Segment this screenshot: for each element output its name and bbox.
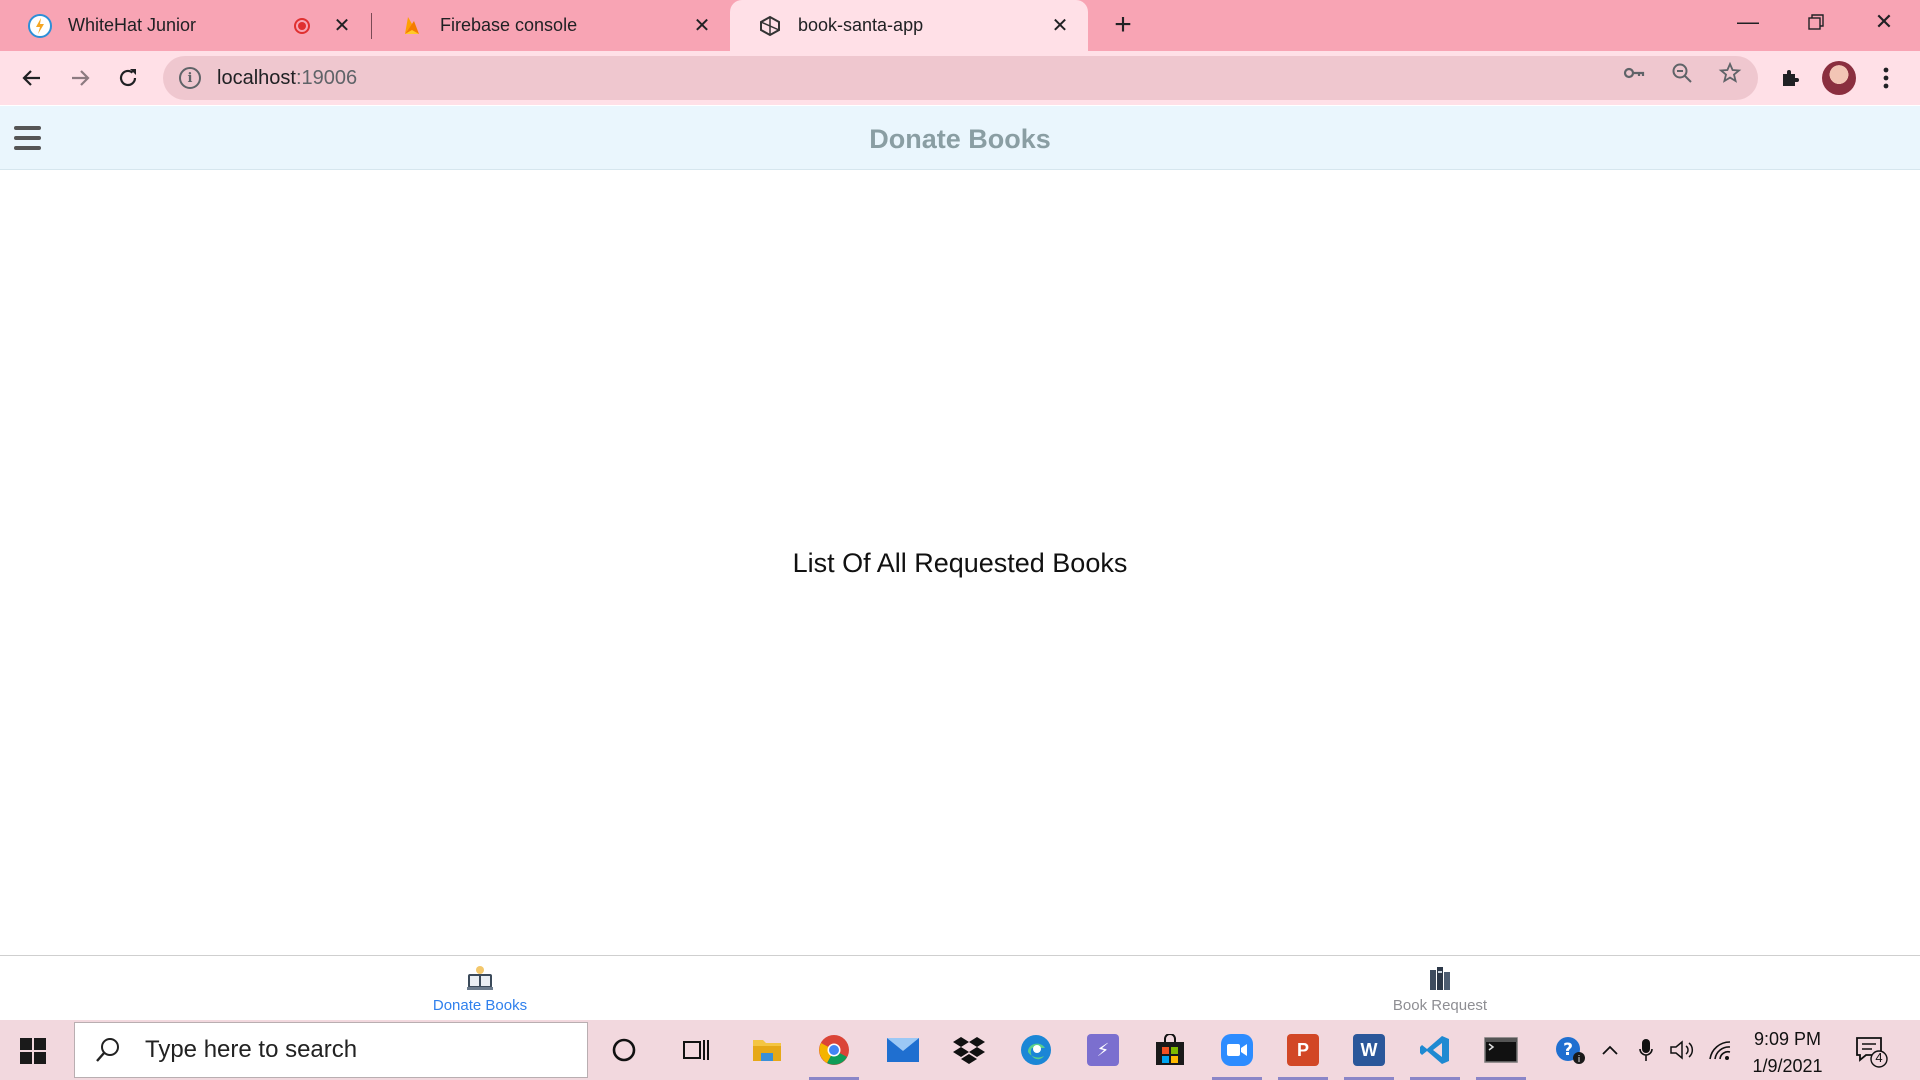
url-text: localhost:19006	[217, 66, 358, 89]
firebase-icon	[400, 14, 424, 38]
restore-icon[interactable]	[1782, 0, 1850, 44]
help-icon[interactable]: ? i	[1550, 1020, 1590, 1080]
search-icon	[93, 1035, 123, 1065]
bottom-tab-bar: Donate Books Book Request	[0, 955, 1920, 1020]
zoom-out-icon[interactable]	[1668, 59, 1696, 87]
store-icon[interactable]	[1141, 1020, 1199, 1080]
reload-icon[interactable]	[109, 59, 147, 97]
minimize-icon[interactable]: —	[1714, 0, 1782, 44]
key-icon[interactable]	[1620, 59, 1648, 87]
site-info-icon[interactable]: i	[179, 67, 201, 89]
windows-start-icon[interactable]	[20, 1038, 46, 1064]
vscode-icon[interactable]	[1406, 1020, 1464, 1080]
edge-icon[interactable]	[1007, 1020, 1065, 1080]
volume-icon[interactable]	[1666, 1020, 1698, 1080]
taskbar-clock[interactable]: 9:09 PM 1/9/2021	[1735, 1026, 1840, 1080]
tab-title: WhiteHat Junior	[68, 15, 197, 35]
taskbar-search-box[interactable]: Type here to search	[74, 1022, 588, 1078]
svg-text:i: i	[1578, 1055, 1581, 1065]
profile-avatar[interactable]	[1822, 61, 1856, 95]
tab-donate-books[interactable]: Donate Books	[380, 956, 580, 1021]
search-placeholder: Type here to search	[145, 1036, 358, 1063]
tab-title: book-santa-app	[798, 15, 924, 35]
zoom-icon[interactable]	[1208, 1020, 1266, 1080]
chrome-icon[interactable]	[805, 1020, 863, 1080]
page-title: Donate Books	[869, 124, 1051, 154]
close-window-icon[interactable]: ✕	[1850, 0, 1918, 44]
back-icon[interactable]	[13, 59, 51, 97]
notification-count: 4	[1875, 1050, 1883, 1065]
whitehat-icon	[28, 13, 52, 38]
tab-title: Firebase console	[440, 15, 578, 35]
svg-text:?: ?	[1563, 1040, 1573, 1060]
browser-tab-book-santa[interactable]: book-santa-app ✕	[730, 0, 1088, 51]
shortcut-app-icon[interactable]: ⚡	[1074, 1020, 1132, 1080]
microphone-icon[interactable]	[1632, 1020, 1660, 1080]
file-explorer-icon[interactable]	[738, 1020, 796, 1080]
bookmark-star-icon[interactable]	[1716, 59, 1744, 87]
clock-date: 1/9/2021	[1752, 1056, 1823, 1076]
forward-icon[interactable]	[61, 59, 99, 97]
close-tab-icon[interactable]: ✕	[328, 12, 356, 40]
task-view-icon[interactable]	[667, 1020, 725, 1080]
tab-strip: WhiteHat Junior ✕ Firebase console ✕ boo…	[0, 0, 1920, 51]
cortana-icon[interactable]	[595, 1020, 653, 1080]
recording-icon	[294, 17, 310, 34]
browser-tab-firebase[interactable]: Firebase console ✕	[372, 0, 730, 51]
chevron-up-icon[interactable]	[1596, 1020, 1624, 1080]
clock-time: 9:09 PM	[1753, 1029, 1822, 1049]
mail-icon[interactable]	[874, 1020, 932, 1080]
close-tab-icon[interactable]: ✕	[688, 12, 716, 40]
terminal-icon[interactable]	[1472, 1020, 1530, 1080]
tab-label: Donate Books	[432, 997, 528, 1014]
book-stack-icon	[465, 963, 495, 993]
tab-label: Book Request	[1392, 997, 1488, 1014]
wifi-icon[interactable]	[1704, 1020, 1736, 1080]
windows-taskbar: Type here to search ⚡ P W ? i 9:09 PM 1/…	[0, 1020, 1920, 1080]
browser-toolbar: i localhost:19006	[0, 51, 1920, 105]
address-bar[interactable]: i localhost:19006	[163, 56, 1758, 100]
new-tab-button[interactable]: +	[1107, 10, 1139, 42]
close-tab-icon[interactable]: ✕	[1046, 12, 1074, 40]
app-header: Donate Books	[0, 106, 1920, 170]
menu-dots-icon[interactable]	[1869, 61, 1903, 95]
requested-books-heading: List Of All Requested Books	[792, 548, 1128, 578]
tab-book-request[interactable]: Book Request	[1340, 956, 1540, 1021]
browser-tab-whitehat[interactable]: WhiteHat Junior ✕	[0, 0, 370, 51]
word-icon[interactable]: W	[1340, 1020, 1398, 1080]
expo-icon	[758, 14, 782, 38]
powerpoint-icon[interactable]: P	[1274, 1020, 1332, 1080]
books-shelf-icon	[1425, 963, 1455, 993]
dropbox-icon[interactable]	[940, 1020, 998, 1080]
extensions-icon[interactable]	[1774, 61, 1808, 95]
notification-center-icon[interactable]: 4	[1854, 1034, 1888, 1068]
